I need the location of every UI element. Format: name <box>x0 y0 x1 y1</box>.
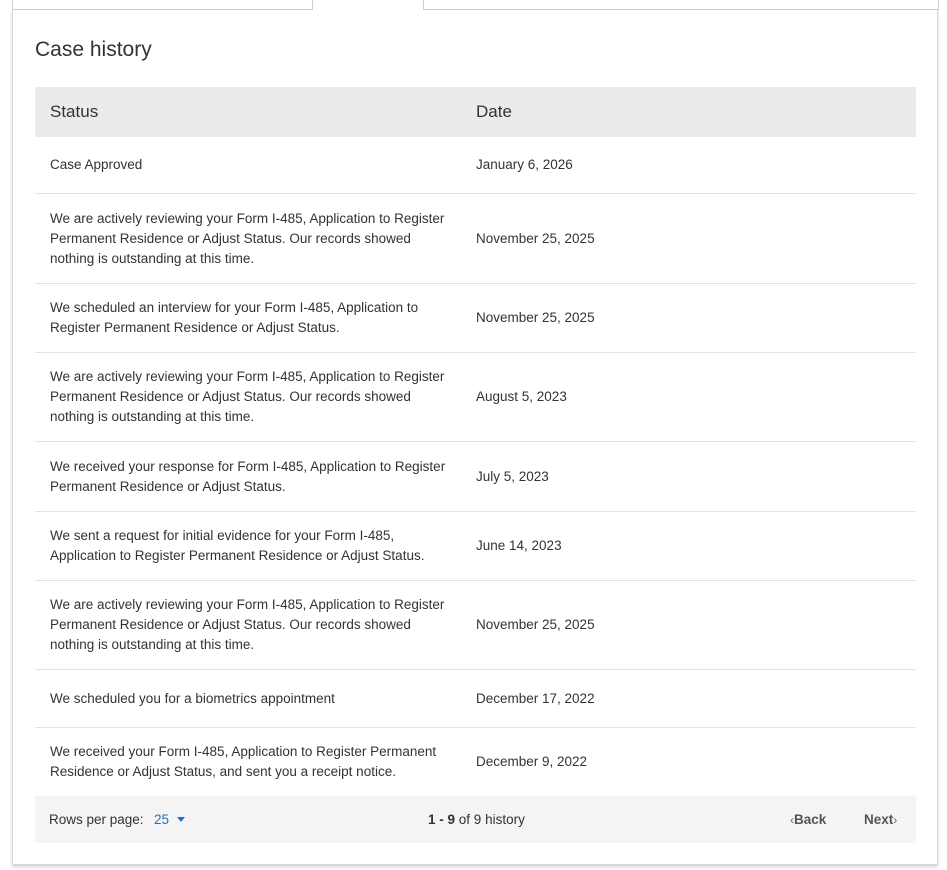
status-cell: Case Approved <box>50 157 143 172</box>
back-button[interactable]: ‹ Back <box>790 812 826 827</box>
rows-per-page-label: Rows per page: <box>49 812 144 827</box>
status-column-header: Status <box>50 102 99 121</box>
section-title: Case history <box>35 38 152 61</box>
next-button[interactable]: Next › <box>864 812 897 827</box>
date-column-header: Date <box>476 102 512 121</box>
pagination-bar: Rows per page: 25 1 - 9 of 9 history ‹ B… <box>35 796 916 843</box>
table-header: Status Date <box>35 87 916 137</box>
next-label: Next <box>864 812 894 827</box>
rows-per-page-select[interactable]: 25 <box>154 812 186 827</box>
table-row: We sent a request for initial evidence f… <box>35 512 916 581</box>
date-cell: November 25, 2025 <box>476 617 595 632</box>
date-cell: August 5, 2023 <box>476 389 567 404</box>
tab-next[interactable] <box>423 0 939 10</box>
date-cell: December 17, 2022 <box>476 690 595 706</box>
table-row: Case Approved January 6, 2026 <box>35 137 916 194</box>
status-cell: We received your Form I-485, Application… <box>50 744 437 779</box>
case-history-card: Case history Status Date Case Approved J… <box>12 10 938 865</box>
table-row: We received your Form I-485, Application… <box>35 728 916 796</box>
rows-per-page-value: 25 <box>154 812 170 827</box>
range-end: 9 <box>447 812 456 827</box>
tab-previous[interactable] <box>12 0 313 10</box>
caret-down-icon <box>177 817 186 822</box>
table-row: We scheduled you for a biometrics appoin… <box>35 670 916 728</box>
date-cell: January 6, 2026 <box>476 157 573 172</box>
chevron-right-icon: › <box>893 812 898 827</box>
date-cell: June 14, 2023 <box>476 538 562 553</box>
date-cell: November 25, 2025 <box>476 310 595 325</box>
status-cell: We scheduled an interview for your Form … <box>50 300 419 335</box>
unit-text: history <box>481 812 525 827</box>
date-cell: July 5, 2023 <box>476 468 549 484</box>
of-text: of <box>455 812 474 827</box>
range-start: 1 <box>428 812 436 827</box>
status-cell: We are actively reviewing your Form I-48… <box>50 210 445 266</box>
status-cell: We sent a request for initial evidence f… <box>50 528 425 563</box>
table-row: We received your response for Form I-485… <box>35 442 916 512</box>
status-cell: We are actively reviewing your Form I-48… <box>50 597 445 652</box>
table-row: We are actively reviewing your Form I-48… <box>35 353 916 442</box>
table-row: We scheduled an interview for your Form … <box>35 284 916 353</box>
range-separator: - <box>435 812 448 827</box>
back-label: Back <box>794 812 827 827</box>
case-history-table: Status Date Case Approved January 6, 202… <box>35 87 916 796</box>
status-cell: We scheduled you for a biometrics appoin… <box>50 690 335 706</box>
table-row: We are actively reviewing your Form I-48… <box>35 194 916 284</box>
table-row: We are actively reviewing your Form I-48… <box>35 581 916 670</box>
page-range-text: 1 - 9 of 9 history <box>428 812 525 827</box>
status-cell: We received your response for Form I-485… <box>50 458 446 494</box>
date-cell: November 25, 2025 <box>476 230 595 246</box>
status-cell: We are actively reviewing your Form I-48… <box>50 369 445 424</box>
date-cell: December 9, 2022 <box>476 754 588 769</box>
